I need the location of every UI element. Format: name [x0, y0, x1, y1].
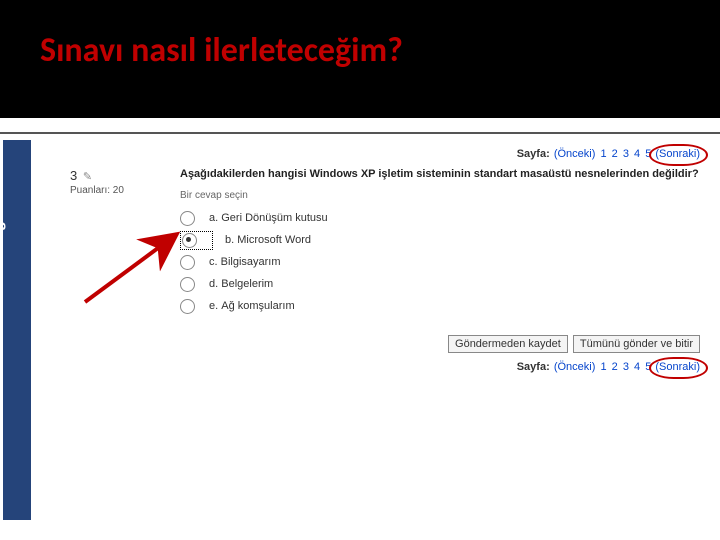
pager-page[interactable]: 1 [600, 361, 606, 373]
option-key: a [209, 212, 215, 224]
option-text: Geri Dönüşüm kutusu [221, 212, 327, 224]
question-points: Puanları: 20 [70, 185, 150, 196]
pager-next[interactable]: (Sonraki) [655, 148, 700, 160]
option-text: Bilgisayarım [221, 256, 281, 268]
quiz-content: Sayfa: (Önceki) 1 2 3 4 5 (Sonraki) 3 ✎ … [70, 148, 710, 528]
submit-button[interactable]: Tümünü gönder ve bitir [573, 335, 700, 353]
question-text: Aşağıdakilerden hangisi Windows XP işlet… [180, 168, 710, 180]
radio-icon[interactable] [182, 233, 197, 248]
pager-label: Sayfa: [517, 148, 550, 160]
pager-bottom: Sayfa: (Önceki) 1 2 3 4 5 (Sonraki) [70, 361, 710, 373]
title-bar: Sınavı nasıl ilerleteceğim? [0, 0, 720, 118]
options-list: a. Geri Dönüşüm kutusu b. Microsoft Word… [180, 207, 710, 317]
option-c[interactable]: c. Bilgisayarım [180, 251, 710, 273]
option-key: b [225, 234, 231, 246]
option-text: Belgelerim [221, 278, 273, 290]
option-e[interactable]: e. Ağ komşularım [180, 295, 710, 317]
pager-label: Sayfa: [517, 361, 550, 373]
question-body: Aşağıdakilerden hangisi Windows XP işlet… [180, 168, 710, 207]
question-meta: 3 ✎ Puanları: 20 [70, 168, 150, 196]
option-key: c [209, 256, 215, 268]
separator [0, 132, 720, 134]
edit-icon[interactable]: ✎ [83, 171, 92, 183]
option-key: d [209, 278, 215, 290]
pager-page[interactable]: 3 [623, 361, 629, 373]
option-text: Microsoft Word [237, 234, 311, 246]
choose-label: Bir cevap seçin [180, 190, 710, 201]
radio-icon[interactable] [180, 255, 195, 270]
pager-page[interactable]: 3 [623, 148, 629, 160]
option-d[interactable]: d. Belgelerim [180, 273, 710, 295]
save-button[interactable]: Göndermeden kaydet [448, 335, 568, 353]
slide-title: Sınavı nasıl ilerleteceğim? [40, 30, 403, 71]
pager-page[interactable]: 1 [600, 148, 606, 160]
course-label: INF 101 Basic Information Technologies [0, 198, 7, 512]
selected-radio-frame [180, 231, 213, 250]
pager-page[interactable]: 5 [645, 148, 651, 160]
pager-next-label: (Sonraki) [655, 148, 700, 160]
action-buttons: Göndermeden kaydet Tümünü gönder ve biti… [70, 335, 710, 353]
pager-page[interactable]: 4 [634, 361, 640, 373]
radio-icon[interactable] [180, 299, 195, 314]
pager-page[interactable]: 2 [612, 148, 618, 160]
course-sidebar: INF 101 Basic Information Technologies [3, 140, 31, 520]
pager-next[interactable]: (Sonraki) [655, 361, 700, 373]
radio-icon[interactable] [180, 211, 195, 226]
pager-top: Sayfa: (Önceki) 1 2 3 4 5 (Sonraki) [70, 148, 710, 160]
pager-prev[interactable]: (Önceki) [554, 361, 596, 373]
option-key: e [209, 300, 215, 312]
option-a[interactable]: a. Geri Dönüşüm kutusu [180, 207, 710, 229]
pager-page[interactable]: 2 [612, 361, 618, 373]
question-row: 3 ✎ Puanları: 20 Aşağıdakilerden hangisi… [70, 168, 710, 207]
option-text: Ağ komşularım [221, 300, 294, 312]
slide: Sınavı nasıl ilerleteceğim? INF 101 Basi… [0, 0, 720, 540]
question-number-value: 3 [70, 168, 77, 183]
question-number: 3 ✎ [70, 168, 150, 183]
pager-page[interactable]: 4 [634, 148, 640, 160]
pager-page[interactable]: 5 [645, 361, 651, 373]
pager-prev[interactable]: (Önceki) [554, 148, 596, 160]
option-b[interactable]: b. Microsoft Word [180, 229, 710, 251]
radio-icon[interactable] [180, 277, 195, 292]
pager-next-label: (Sonraki) [655, 361, 700, 373]
